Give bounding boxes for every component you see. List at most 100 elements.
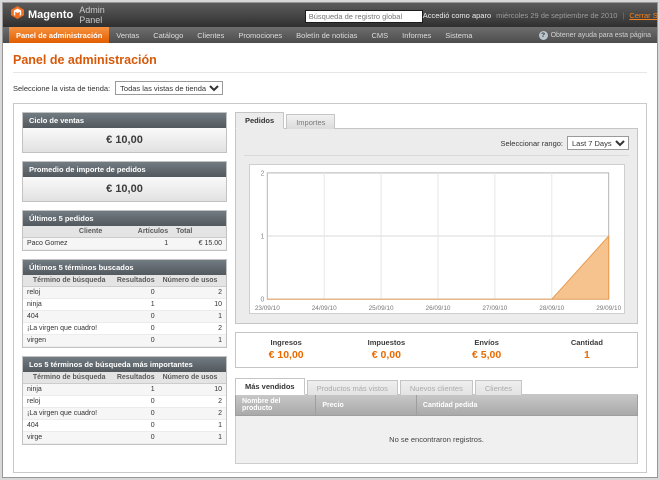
tab-label: Clientes: [485, 384, 512, 393]
cell-uses: 1: [159, 420, 226, 432]
nav-item[interactable]: Sistema: [438, 27, 479, 43]
table-row[interactable]: Paco Gomez 1 € 15.00: [23, 238, 226, 250]
table-row[interactable]: reloj 0 2: [23, 287, 226, 299]
last-orders-panel: Últimos 5 pedidos ClienteArtículosTotal …: [22, 210, 227, 251]
cell-results: 0: [110, 311, 159, 323]
nav-item-label: Sistema: [445, 31, 472, 40]
nav-item-label: CMS: [371, 31, 388, 40]
table-row[interactable]: reloj 0 2: [23, 396, 226, 408]
top-header: Magento Admin Panel Accedió como aparo m…: [3, 3, 657, 27]
separator: |: [622, 11, 624, 20]
cell-results: 1: [110, 299, 159, 311]
cell-term: ¡La virgen que cuadro!: [23, 408, 110, 420]
column-header: Cliente: [23, 226, 106, 238]
table-row[interactable]: ninja 1 10: [23, 384, 226, 396]
header-date: miércoles 29 de septiembre de 2010: [496, 11, 617, 20]
orders-chart: 01223/09/1024/09/1025/09/1026/09/1027/09…: [249, 164, 625, 314]
panel-title: Últimos 5 términos buscados: [23, 260, 226, 275]
nav-item[interactable]: Panel de administración: [9, 27, 109, 43]
chart-tab[interactable]: Importes: [286, 114, 335, 129]
total-value: € 10,00: [236, 349, 336, 361]
tab-label: Importes: [296, 118, 325, 127]
global-search-input[interactable]: [305, 10, 423, 23]
top-search-terms-table: Término de búsquedaResultadosNúmero de u…: [23, 372, 226, 444]
average-order-value: € 10,00: [23, 177, 226, 201]
cell-results: 0: [110, 408, 159, 420]
total-item: Impuestos € 0,00: [336, 333, 436, 367]
column-header: Número de usos: [159, 372, 226, 384]
total-value: 1: [537, 349, 637, 361]
brand-name: Magento: [28, 9, 73, 21]
cell-results: 1: [110, 384, 159, 396]
svg-text:2: 2: [260, 170, 264, 177]
nav-item[interactable]: CMS: [364, 27, 395, 43]
grid-tab[interactable]: Productos más vistos: [307, 380, 398, 395]
cell-uses: 2: [159, 287, 226, 299]
totals-bar: Ingresos € 10,00 Impuestos € 0,00 Envíos…: [235, 332, 638, 368]
nav-item[interactable]: Promociones: [231, 27, 289, 43]
cell-term: 404: [23, 420, 110, 432]
nav-item[interactable]: Informes: [395, 27, 438, 43]
column-header: Resultados: [110, 372, 159, 384]
cell-term: virgen: [23, 335, 110, 347]
nav-item[interactable]: Boletín de noticias: [289, 27, 364, 43]
lifetime-sales-panel: Ciclo de ventas € 10,00: [22, 112, 227, 153]
logged-in-as: Accedió como aparo: [423, 11, 491, 20]
table-row[interactable]: 404 0 1: [23, 420, 226, 432]
top-search-terms-panel: Los 5 términos de búsqueda más important…: [22, 356, 227, 445]
page-title: Panel de administración: [13, 49, 647, 73]
brand-suffix: Admin Panel: [79, 5, 105, 25]
range-select[interactable]: Last 7 Days: [567, 136, 629, 150]
nav-item-label: Panel de administración: [16, 31, 102, 40]
range-label: Seleccionar rango:: [500, 139, 563, 148]
nav-list: Panel de administración Ventas Catálogo …: [9, 27, 479, 43]
column-header: Artículos: [106, 226, 172, 238]
nav-item[interactable]: Catálogo: [146, 27, 190, 43]
total-item: Cantidad 1: [537, 333, 637, 367]
cell-customer: Paco Gomez: [23, 238, 106, 250]
panel-title: Promedio de importe de pedidos: [23, 162, 226, 177]
panel-title: Últimos 5 pedidos: [23, 211, 226, 226]
total-label: Envíos: [437, 338, 537, 347]
help-label: Obtener ayuda para esta página: [551, 32, 651, 39]
svg-text:23/09/10: 23/09/10: [254, 305, 279, 312]
column-header: Cantidad pedida: [416, 395, 637, 416]
grid-tab[interactable]: Nuevos clientes: [400, 380, 473, 395]
store-view-select[interactable]: Todas las vistas de tienda: [115, 81, 223, 95]
table-row[interactable]: virgen 0 1: [23, 335, 226, 347]
table-row[interactable]: 404 0 1: [23, 311, 226, 323]
average-order-panel: Promedio de importe de pedidos € 10,00: [22, 161, 227, 202]
svg-text:24/09/10: 24/09/10: [311, 305, 336, 312]
cell-results: 0: [110, 323, 159, 335]
page-help-link[interactable]: ? Obtener ayuda para esta página: [539, 27, 651, 43]
table-row[interactable]: virge 0 1: [23, 432, 226, 444]
table-row[interactable]: ¡La virgen que cuadro! 0 2: [23, 323, 226, 335]
total-value: € 0,00: [336, 349, 436, 361]
cell-term: virge: [23, 432, 110, 444]
logout-link[interactable]: Cerrar Sesión: [629, 11, 658, 20]
nav-item-label: Boletín de noticias: [296, 31, 357, 40]
help-icon: ?: [539, 31, 548, 40]
cell-term: ¡La virgen que cuadro!: [23, 323, 110, 335]
grid-tab[interactable]: Clientes: [475, 380, 522, 395]
table-row[interactable]: ¡La virgen que cuadro! 0 2: [23, 408, 226, 420]
tab-label: Nuevos clientes: [410, 384, 463, 393]
tab-label: Pedidos: [245, 116, 274, 125]
total-label: Ingresos: [236, 338, 336, 347]
cell-uses: 10: [159, 384, 226, 396]
panel-title: Los 5 términos de búsqueda más important…: [23, 357, 226, 372]
column-header: Término de búsqueda: [23, 372, 110, 384]
panel-title: Ciclo de ventas: [23, 113, 226, 128]
total-item: Envíos € 5,00: [437, 333, 537, 367]
chart-tab[interactable]: Pedidos: [235, 112, 284, 129]
empty-message: No se encontraron registros.: [236, 416, 638, 464]
grid-tab[interactable]: Más vendidos: [235, 378, 305, 395]
total-label: Cantidad: [537, 338, 637, 347]
nav-item[interactable]: Clientes: [190, 27, 231, 43]
nav-item[interactable]: Ventas: [109, 27, 146, 43]
table-row[interactable]: ninja 1 10: [23, 299, 226, 311]
grid-tab-bar: Más vendidos Productos más vistos Nuevos…: [235, 378, 638, 395]
range-selector-row: Seleccionar rango: Last 7 Days: [244, 136, 629, 156]
cell-uses: 2: [159, 396, 226, 408]
main-nav: Panel de administración Ventas Catálogo …: [3, 27, 657, 43]
